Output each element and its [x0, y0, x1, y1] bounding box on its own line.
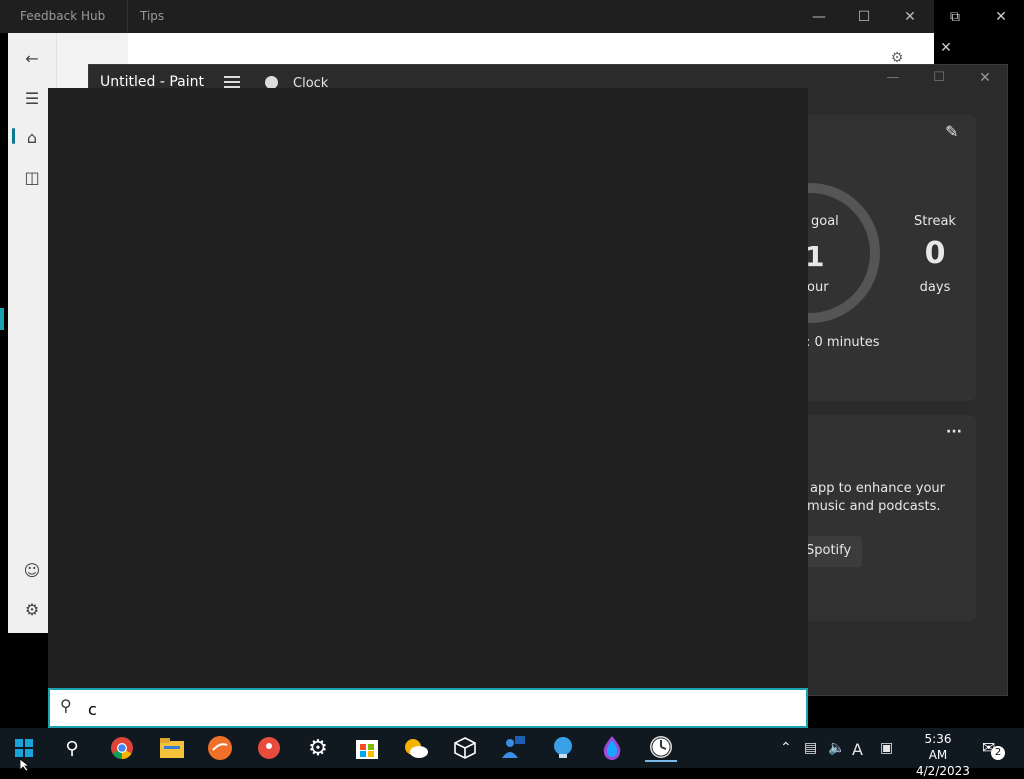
search-icon: ⚲ [60, 696, 72, 715]
chrome-icon[interactable] [106, 734, 138, 762]
people-app-icon[interactable] [498, 734, 530, 762]
microsoft-store-icon[interactable] [351, 734, 383, 762]
spotify-button-label: Spotify [806, 543, 852, 558]
volume-icon[interactable]: 🔈 [828, 740, 845, 756]
search-box[interactable]: ⚲ [48, 688, 808, 728]
edit-pencil-icon[interactable]: ✎ [945, 122, 958, 141]
selected-indicator [12, 128, 15, 144]
titlebar-divider [127, 0, 128, 33]
maps-icon[interactable] [253, 734, 285, 762]
edge-highlight [0, 308, 4, 330]
outer-close-button[interactable]: ✕ [978, 4, 1024, 30]
streak-label: Streak [914, 214, 956, 229]
search-results-panel [48, 88, 808, 688]
notification-count: 2 [991, 746, 1005, 760]
clock-menu-icon[interactable] [224, 76, 240, 88]
clock-minimize-button[interactable]: — [880, 70, 906, 85]
feedback-hub-title: Feedback Hub [20, 9, 106, 23]
tips-close-button[interactable]: ✕ [934, 33, 958, 63]
clock-maximize-button[interactable]: ☐ [926, 70, 952, 85]
streak-value: 0 [924, 236, 946, 271]
taskbar-date: 4/2/2023 [916, 764, 970, 778]
maximize-button[interactable]: ☐ [841, 4, 887, 30]
link-spotify-button[interactable]: Spotify [800, 536, 862, 567]
streak-unit: days [919, 280, 951, 295]
restore-button[interactable]: ⧉ [932, 4, 978, 30]
network-icon[interactable]: ▤ [804, 740, 817, 756]
close-button[interactable]: ✕ [887, 4, 933, 30]
spotify-text-line2: music and podcasts. [807, 499, 941, 514]
tips-lightbulb-icon[interactable] [547, 734, 579, 762]
spotify-text-line1: app to enhance your [810, 481, 945, 496]
3d-viewer-icon[interactable] [449, 734, 481, 762]
more-options-icon[interactable]: ··· [946, 424, 962, 440]
tips-body [128, 33, 934, 66]
back-arrow-icon[interactable]: ← [8, 49, 56, 68]
paint3d-icon[interactable] [596, 734, 628, 762]
file-explorer-icon[interactable] [156, 734, 188, 762]
spotify-card [790, 415, 976, 621]
completed-today: : 0 minutes [806, 335, 880, 350]
weather-icon[interactable] [400, 734, 432, 762]
mouse-cursor [19, 756, 32, 775]
goal-label: goal [811, 214, 839, 229]
show-hidden-icons[interactable]: ⌃ [780, 740, 792, 756]
taskbar-clock[interactable]: 5:36 AM 4/2/2023 [916, 731, 970, 779]
clock-close-button[interactable]: ✕ [972, 70, 998, 86]
clock-taskbar-icon[interactable] [645, 734, 677, 762]
goal-unit: our [807, 280, 829, 295]
search-taskbar-icon[interactable]: ⚲ [56, 734, 88, 762]
search-input[interactable] [86, 696, 790, 722]
settings-gear-icon[interactable]: ⚙ [302, 734, 334, 762]
input-indicator[interactable]: A [852, 740, 863, 759]
ime-icon[interactable]: ▣ [880, 740, 893, 756]
swift-app-icon[interactable] [204, 734, 236, 762]
minimize-button[interactable]: — [796, 4, 842, 30]
taskbar-time: 5:36 AM [924, 732, 952, 762]
notification-center-icon[interactable]: ✉ 2 [982, 738, 1008, 760]
tips-title: Tips [140, 9, 165, 23]
